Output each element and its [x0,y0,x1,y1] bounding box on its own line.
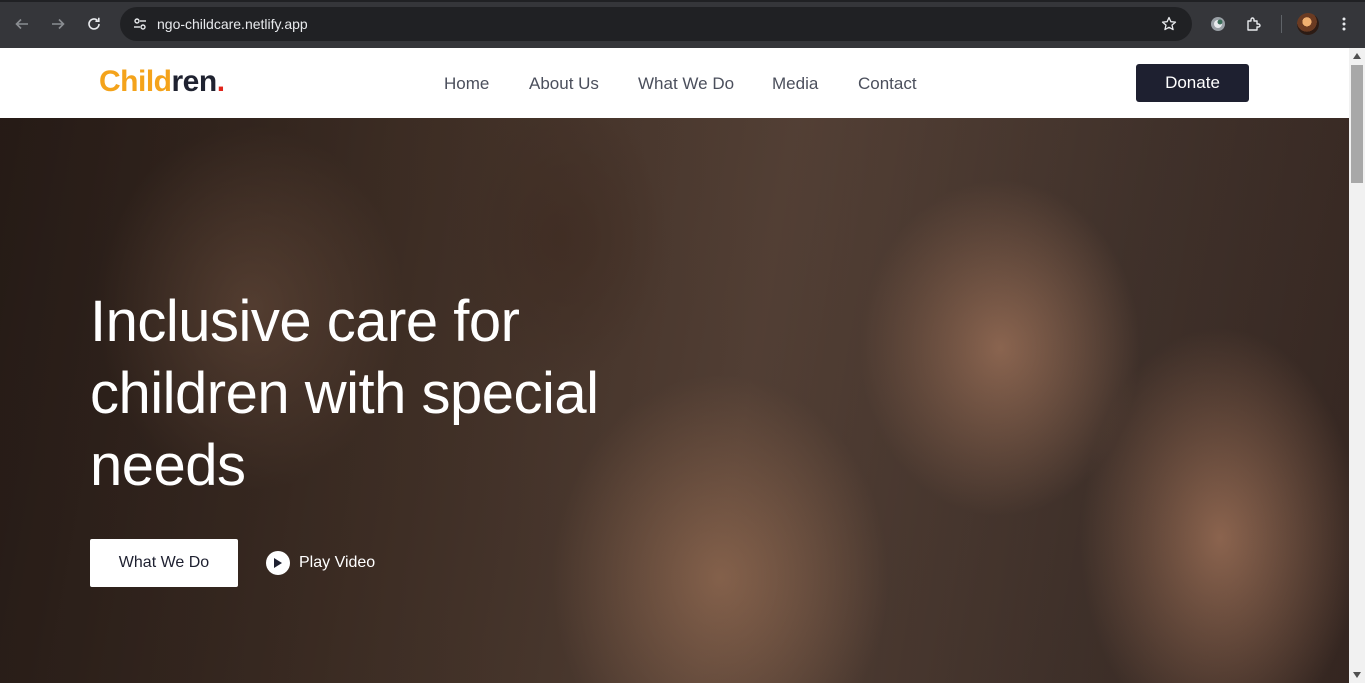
bookmark-button[interactable] [1158,13,1180,35]
puzzle-icon [1247,17,1261,31]
page-viewport: Children. Home About Us What We Do Media… [0,48,1349,683]
play-icon [266,551,290,575]
logo-part-ren: ren [171,65,218,98]
extensions-menu-button[interactable] [1242,12,1266,36]
play-video-label: Play Video [299,554,376,571]
nav-what-we-do[interactable]: What We Do [638,74,734,94]
logo-dot: . [216,65,225,98]
star-icon [1161,16,1177,31]
arrow-left-icon [15,18,28,30]
arrow-right-icon [52,18,65,30]
address-bar[interactable]: ngo-childcare.netlify.app [120,7,1192,41]
nav-contact[interactable]: Contact [858,74,917,94]
reload-button[interactable] [82,12,106,36]
toolbar-divider [1281,15,1282,33]
scroll-down-arrow[interactable] [1349,667,1365,683]
page-scrollbar[interactable] [1349,48,1365,683]
hero-title: Inclusive care for children with special… [90,289,599,498]
nav-about-us[interactable]: About Us [529,74,599,94]
triangle-up-icon [1353,53,1361,59]
site-logo[interactable]: Children. [99,65,225,99]
nav-home[interactable]: Home [444,74,489,94]
scroll-thumb[interactable] [1351,65,1363,183]
triangle-down-icon [1353,672,1361,678]
play-video-link[interactable]: Play Video [266,551,375,575]
kebab-menu-icon [1342,17,1346,31]
what-we-do-button[interactable]: What We Do [90,539,238,587]
reload-icon [88,17,100,30]
donate-button[interactable]: Donate [1136,64,1249,102]
back-button[interactable] [10,12,34,36]
extension-globe-icon [1211,17,1225,31]
tab-strip-edge [0,0,1365,2]
forward-button[interactable] [46,12,70,36]
tune-icon [134,18,146,30]
browser-toolbar: ngo-childcare.netlify.app [0,0,1365,48]
profile-avatar[interactable] [1297,13,1319,35]
url-text[interactable]: ngo-childcare.netlify.app [157,16,308,32]
extension-button[interactable] [1206,12,1230,36]
logo-part-child: Child [99,65,172,98]
browser-menu-button[interactable] [1332,12,1356,36]
site-header: Children. Home About Us What We Do Media… [0,48,1349,118]
site-info-button[interactable] [128,12,152,36]
hero-section: Inclusive care for children with special… [0,118,1349,683]
scroll-up-arrow[interactable] [1349,48,1365,64]
nav-media[interactable]: Media [772,74,818,94]
